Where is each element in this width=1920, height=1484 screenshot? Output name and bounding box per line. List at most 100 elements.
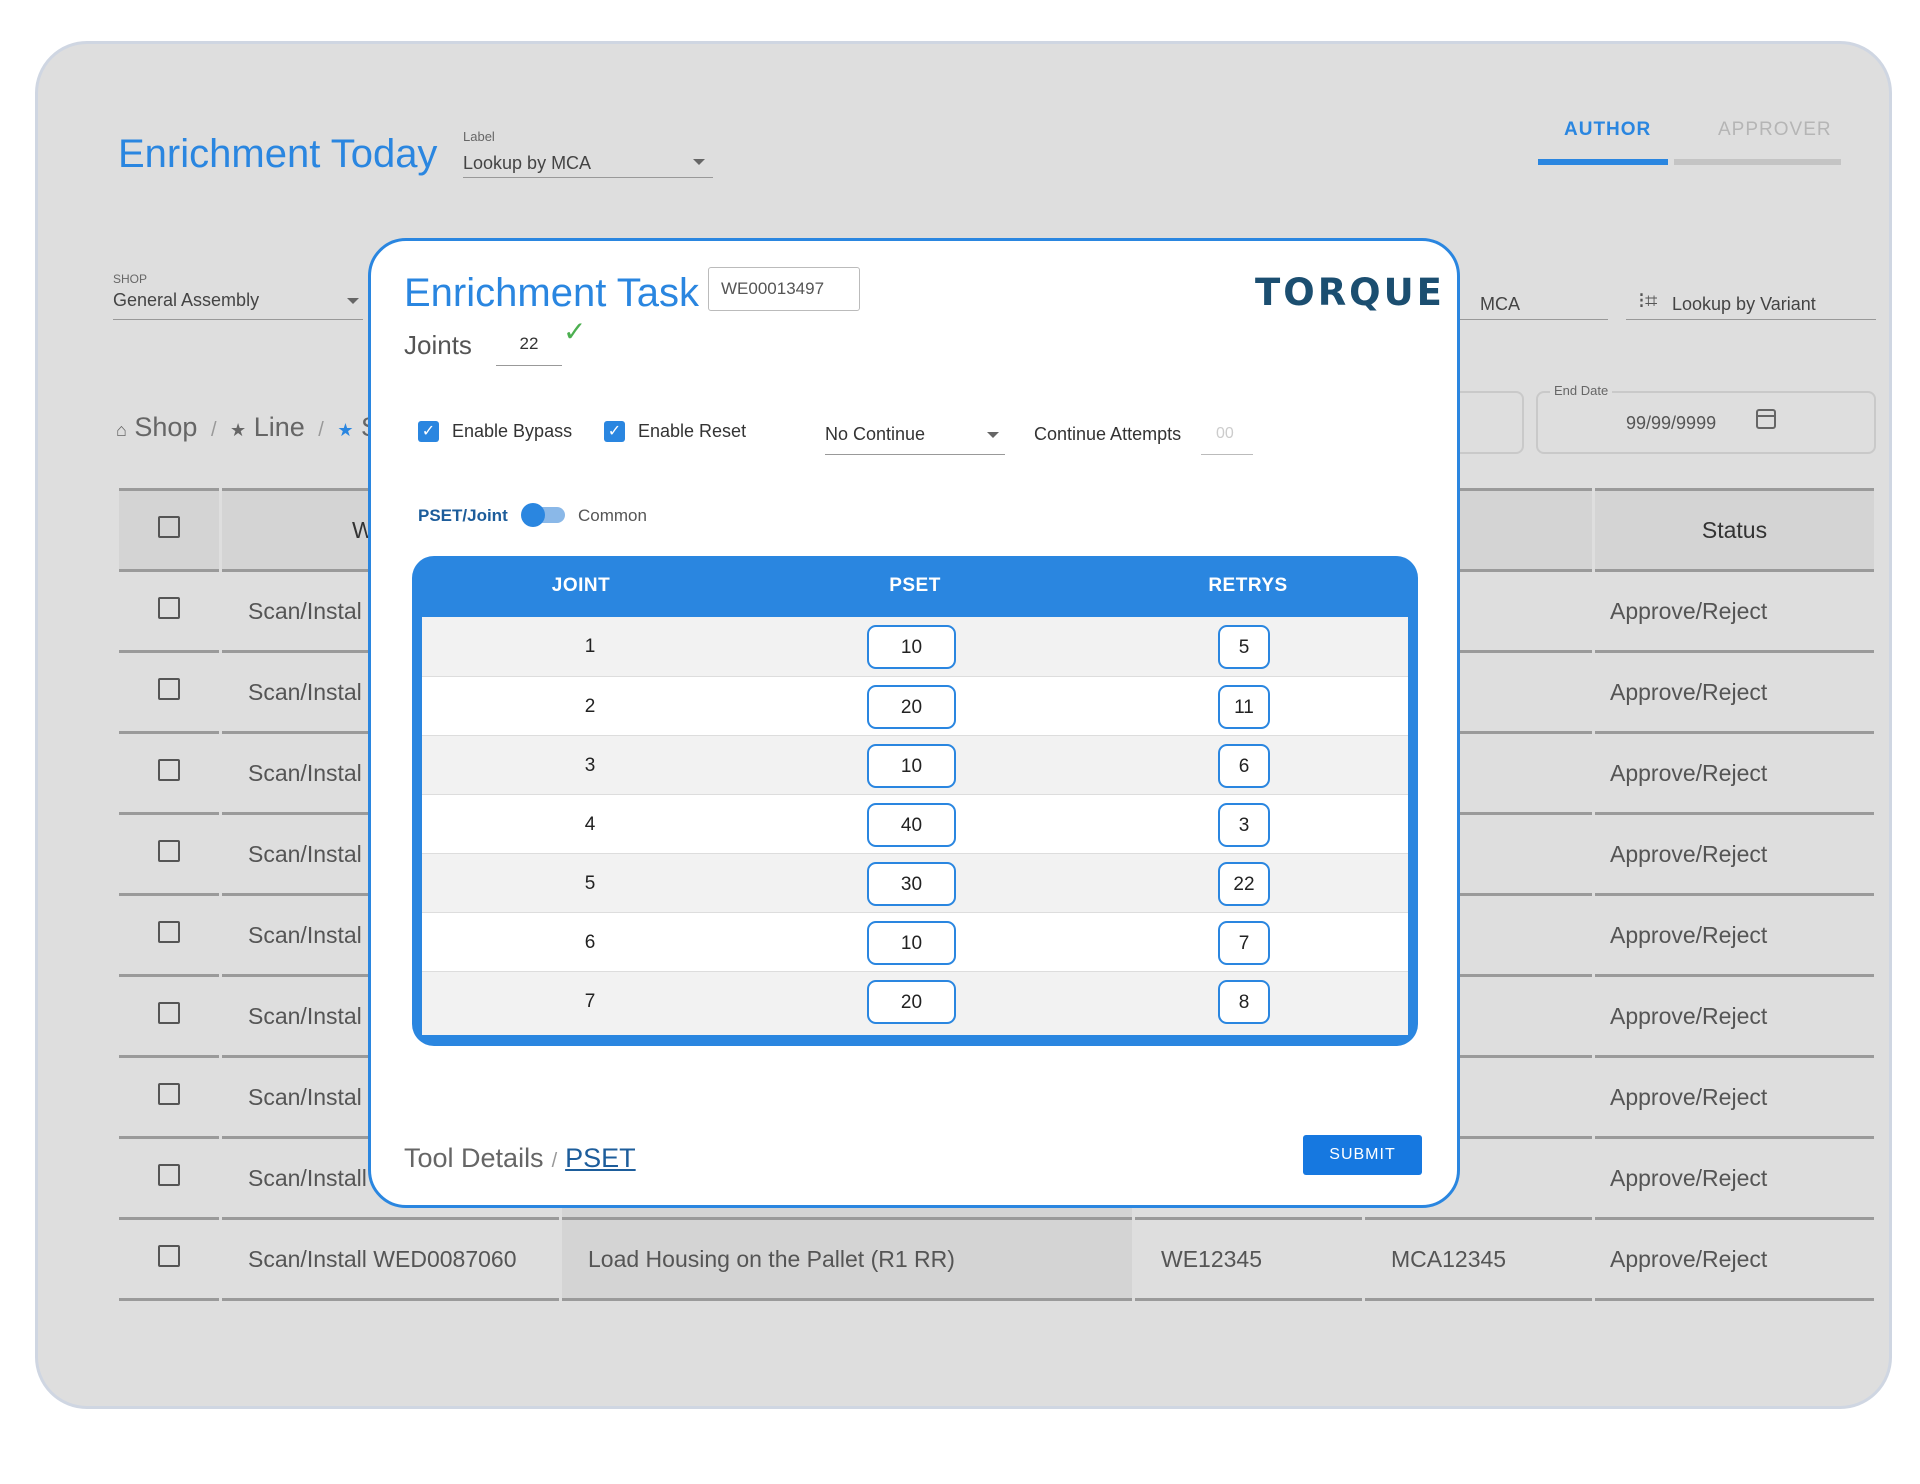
row-status[interactable]: Approve/Reject (1595, 815, 1874, 896)
chevron-down-icon (693, 159, 705, 165)
retrys-input[interactable]: 8 (1218, 980, 1270, 1024)
row-status[interactable]: Approve/Reject (1595, 1220, 1874, 1301)
table-row: 6 10 7 (422, 912, 1408, 971)
table-row: 2 20 11 (422, 676, 1408, 735)
table-row[interactable]: Scan/Install WED0087060 Load Housing on … (119, 1220, 1874, 1301)
joints-input[interactable]: 22 (496, 325, 562, 366)
breadcrumb-line[interactable]: Line (254, 412, 305, 442)
enable-bypass-checkbox[interactable]: ✓ (418, 421, 439, 442)
header-pset: PSET (889, 575, 941, 596)
joint-number: 6 (584, 932, 596, 953)
continue-select-value: No Continue (825, 424, 926, 444)
joint-number: 5 (584, 873, 596, 894)
end-date-field[interactable]: End Date 99/99/9999 (1536, 383, 1876, 454)
end-date-value: 99/99/9999 (1626, 413, 1717, 433)
row-checkbox-cell (119, 1139, 219, 1220)
select-all-checkbox[interactable] (158, 516, 180, 538)
toggle-label-pset-joint: PSET/Joint (418, 506, 508, 525)
row-mca: MCA12345 (1365, 1220, 1592, 1301)
row-checkbox-cell (119, 977, 219, 1058)
row-we: WE12345 (1135, 1220, 1362, 1301)
retrys-input[interactable]: 6 (1218, 744, 1270, 788)
tab-approver-indicator (1674, 159, 1841, 165)
row-checkbox[interactable] (158, 1002, 180, 1024)
shop-select-underline (113, 319, 363, 320)
breadcrumb-shop[interactable]: Shop (134, 412, 197, 442)
retrys-input[interactable]: 7 (1218, 921, 1270, 965)
breadcrumb-separator: / (551, 1150, 558, 1172)
row-status[interactable]: Approve/Reject (1595, 977, 1874, 1058)
joint-number: 2 (584, 696, 596, 717)
row-checkbox[interactable] (158, 1245, 180, 1267)
row-checkbox-cell (119, 572, 219, 653)
home-icon: ⌂ (116, 420, 127, 440)
continue-select[interactable]: No Continue (825, 411, 1005, 455)
pset-input[interactable]: 10 (867, 744, 956, 788)
joint-table-body: 1 10 5 2 20 11 3 10 6 4 40 3 5 30 22 6 1… (422, 617, 1408, 1035)
continue-attempts-label: Continue Attempts (1034, 424, 1182, 444)
enable-bypass-option[interactable]: ✓ Enable Bypass (418, 421, 572, 442)
select-all-checkbox-cell[interactable] (119, 488, 219, 572)
retrys-input[interactable]: 22 (1218, 862, 1270, 906)
task-id-field[interactable]: WE00013497 (708, 267, 860, 311)
row-status[interactable]: Approve/Reject (1595, 572, 1874, 653)
row-status[interactable]: Approve/Reject (1595, 1058, 1874, 1139)
enable-reset-checkbox[interactable]: ✓ (604, 421, 625, 442)
continue-attempts-input[interactable]: 00 (1201, 411, 1253, 455)
tab-approver[interactable]: APPROVER (1718, 119, 1832, 141)
enrichment-task-modal: Enrichment Task WE00013497 TORQUE Joints… (368, 238, 1460, 1208)
row-status[interactable]: Approve/Reject (1595, 1139, 1874, 1220)
calendar-icon[interactable] (1756, 409, 1776, 429)
joint-number: 3 (584, 755, 596, 776)
row-status[interactable]: Approve/Reject (1595, 653, 1874, 734)
shop-select-value: General Assembly (113, 290, 260, 310)
variant-icon: ⁝⌗ (1638, 288, 1658, 313)
label-select[interactable]: Label Lookup by MCA (463, 129, 713, 219)
pset-input[interactable]: 10 (867, 921, 956, 965)
pset-mode-toggle[interactable] (521, 503, 565, 527)
chevron-down-icon (347, 298, 359, 304)
row-checkbox-cell (119, 896, 219, 977)
row-checkbox[interactable] (158, 921, 180, 943)
table-row: 3 10 6 (422, 735, 1408, 794)
end-date-label: End Date (1550, 383, 1613, 398)
breadcrumb: ⌂ Shop / ★ Line / ★ S (116, 412, 379, 443)
row-status[interactable]: Approve/Reject (1595, 734, 1874, 815)
row-status[interactable]: Approve/Reject (1595, 896, 1874, 977)
star-icon: ★ (230, 420, 247, 440)
pset-input[interactable]: 20 (867, 980, 956, 1024)
row-checkbox[interactable] (158, 759, 180, 781)
breadcrumb-pset-link[interactable]: PSET (565, 1143, 636, 1173)
row-checkbox-cell (119, 1058, 219, 1139)
toggle-knob[interactable] (521, 503, 545, 527)
label-select-underline (463, 177, 713, 178)
header-joint: JOINT (551, 575, 611, 596)
row-checkbox[interactable] (158, 597, 180, 619)
row-checkbox[interactable] (158, 840, 180, 862)
pset-input[interactable]: 20 (867, 685, 956, 729)
breadcrumb-tool-details[interactable]: Tool Details (404, 1143, 544, 1173)
enable-bypass-label: Enable Bypass (452, 421, 573, 441)
tab-author[interactable]: AUTHOR (1564, 119, 1651, 141)
star-icon: ★ (337, 420, 354, 440)
tab-author-indicator (1538, 159, 1668, 165)
pset-input[interactable]: 40 (867, 803, 956, 847)
row-checkbox[interactable] (158, 1164, 180, 1186)
pset-input[interactable]: 30 (867, 862, 956, 906)
row-checkbox-cell (119, 815, 219, 896)
retrys-input[interactable]: 3 (1218, 803, 1270, 847)
retrys-input[interactable]: 11 (1218, 685, 1270, 729)
chevron-down-icon (987, 432, 999, 438)
submit-button[interactable]: SUBMIT (1303, 1135, 1422, 1175)
enable-reset-option[interactable]: ✓ Enable Reset (604, 421, 746, 442)
breadcrumb-separator: / (210, 419, 217, 441)
retrys-input[interactable]: 5 (1218, 625, 1270, 669)
row-checkbox[interactable] (158, 678, 180, 700)
row-checkbox[interactable] (158, 1083, 180, 1105)
lookup-mca-value: MCA (1480, 294, 1520, 314)
pset-input[interactable]: 10 (867, 625, 956, 669)
breadcrumb-separator: / (318, 419, 324, 441)
shop-select-label: SHOP (113, 272, 148, 286)
table-row: 4 40 3 (422, 794, 1408, 853)
joint-table-header: JOINT PSET RETRYS (412, 556, 1418, 617)
